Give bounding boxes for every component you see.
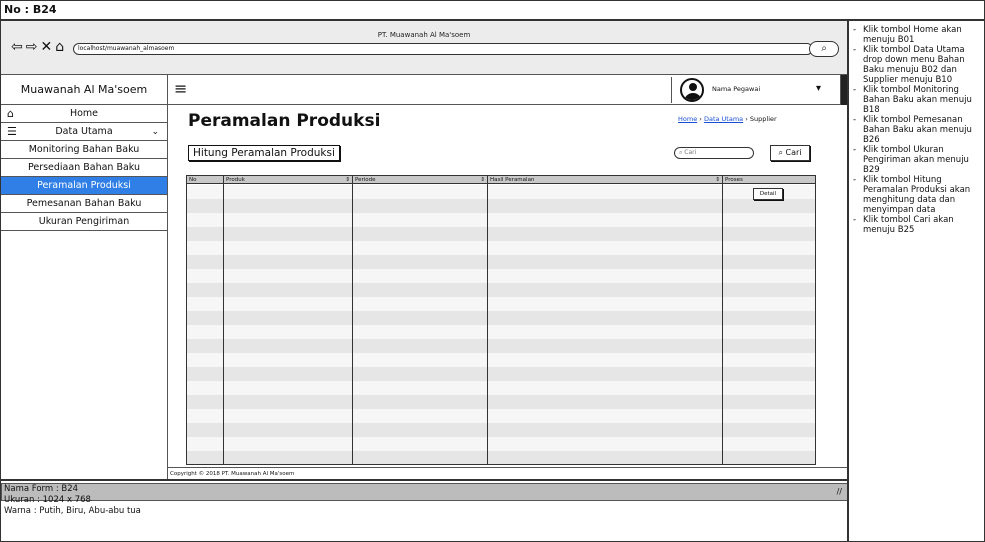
search-placeholder: Cari <box>684 149 697 156</box>
meta-form-name: Nama Form : B24 <box>4 484 79 494</box>
breadcrumb-current: Supplier <box>749 115 777 123</box>
browser-nav: ⇦ ⇨ ✕ ⌂ <box>11 39 64 55</box>
sidebar-item-peramalan[interactable]: Peramalan Produksi <box>1 177 167 195</box>
column-proses: Proses <box>723 176 815 464</box>
breadcrumb-home[interactable]: Home <box>678 115 697 123</box>
app-area: Muawanah Al Ma'soem ⌂ Home ☰ Data Utama … <box>1 75 847 479</box>
sidebar: Muawanah Al Ma'soem ⌂ Home ☰ Data Utama … <box>1 75 168 479</box>
sidebar-item-persediaan[interactable]: Persediaan Bahan Baku <box>1 159 167 177</box>
sidebar-brand: Muawanah Al Ma'soem <box>1 75 167 105</box>
column-no: No <box>187 176 224 464</box>
caret-down-icon: ▾ <box>816 83 822 94</box>
column-produk: Produk ⇕ <box>224 176 353 464</box>
close-icon[interactable]: ✕ <box>40 39 52 55</box>
note-item: - Klik tombol Monitoring Bahan Baku akan … <box>853 85 972 115</box>
search-input[interactable]: ⌕ Cari <box>674 147 754 159</box>
chevron-down-icon: ⌄ <box>151 127 159 137</box>
scrollbar[interactable] <box>840 75 847 105</box>
sidebar-item-label: Monitoring Bahan Baku <box>28 144 140 155</box>
search-button-label: Cari <box>785 148 802 157</box>
topbar: ≡ Nama Pegawai ▾ <box>168 75 847 105</box>
notes-panel: - Klik tombol Home akan menuju B01 - Klik … <box>848 20 985 542</box>
sidebar-item-monitoring[interactable]: Monitoring Bahan Baku <box>1 141 167 159</box>
sidebar-item-label: Pemesanan Bahan Baku <box>26 198 142 209</box>
hamburger-icon[interactable]: ≡ <box>174 79 187 98</box>
user-menu[interactable]: Nama Pegawai ▾ <box>671 77 834 103</box>
column-hasil: Hasil Peramalan ⇕ <box>488 176 723 464</box>
url-field[interactable]: localhost/muawanah_almasoem <box>73 43 813 55</box>
note-item: - Klik tombol Hitung Peramalan Produksi a… <box>853 175 971 215</box>
sidebar-item-home[interactable]: ⌂ Home <box>1 105 167 123</box>
search-icon: ⌕ <box>778 148 786 157</box>
browser-search-button[interactable]: ⌕ <box>809 41 839 57</box>
main-content: ≡ Nama Pegawai ▾ Peramalan Produksi Home… <box>168 75 847 479</box>
browser-title: PT. Muawanah Al Ma'soem <box>377 31 471 39</box>
home-icon: ⌂ <box>7 107 14 120</box>
column-header-proses[interactable]: Proses <box>725 176 743 184</box>
note-item: - Klik tombol Home akan menuju B01 <box>853 25 962 45</box>
database-icon: ☰ <box>7 125 17 138</box>
search-icon: ⌕ <box>821 43 827 54</box>
page-title: Peramalan Produksi <box>188 111 381 131</box>
form-id-strip: No : B24 <box>0 0 985 20</box>
hitung-peramalan-button[interactable]: Hitung Peramalan Produksi <box>188 145 340 161</box>
note-item: - Klik tombol Data Utama drop down menu B… <box>853 45 965 85</box>
form-meta: Nama Form : B24 Ukuran : 1024 x 768 Warn… <box>0 480 848 542</box>
column-header-periode[interactable]: Periode <box>355 176 376 184</box>
data-table: No Produk ⇕ Periode ⇕ Hasil Peramalan ⇕ … <box>186 175 816 465</box>
browser-window: PT. Muawanah Al Ma'soem ⇦ ⇨ ✕ ⌂ localhos… <box>0 20 849 501</box>
column-header-no[interactable]: No <box>189 176 196 184</box>
note-item: - Klik tombol Cari akan menuju B25 <box>853 215 954 235</box>
back-icon[interactable]: ⇦ <box>11 39 23 55</box>
sidebar-item-label: Persediaan Bahan Baku <box>27 162 141 173</box>
note-item: - Klik tombol Pemesanan Bahan Baku akan m… <box>853 115 972 145</box>
sidebar-item-label: Ukuran Pengiriman <box>38 216 130 227</box>
sidebar-item-label: Data Utama <box>55 126 113 137</box>
home-icon[interactable]: ⌂ <box>55 39 64 55</box>
search-button[interactable]: ⌕ Cari <box>770 145 810 161</box>
sort-icon[interactable]: ⇕ <box>715 176 720 184</box>
copyright-text: Copyright © 2018 PT. Muawanah Al Ma'soem <box>168 467 847 479</box>
column-periode: Periode ⇕ <box>353 176 488 464</box>
sidebar-item-pemesanan[interactable]: Pemesanan Bahan Baku <box>1 195 167 213</box>
sidebar-item-label: Peramalan Produksi <box>37 180 131 191</box>
sidebar-item-data-utama[interactable]: ☰ Data Utama ⌄ <box>1 123 167 141</box>
meta-colors: Warna : Putih, Biru, Abu-abu tua <box>4 506 141 516</box>
avatar <box>680 78 704 102</box>
sidebar-item-ukuran[interactable]: Ukuran Pengiriman <box>1 213 167 231</box>
column-header-hasil[interactable]: Hasil Peramalan <box>490 176 534 184</box>
breadcrumb: Home › Data Utama › Supplier <box>678 115 777 123</box>
meta-size: Ukuran : 1024 x 768 <box>4 495 91 505</box>
note-item: - Klik tombol Ukuran Pengiriman akan menu… <box>853 145 969 175</box>
detail-button[interactable]: Detail <box>753 188 783 200</box>
sort-icon[interactable]: ⇕ <box>480 176 485 184</box>
user-name: Nama Pegawai <box>712 85 761 93</box>
forward-icon[interactable]: ⇨ <box>26 39 38 55</box>
breadcrumb-data-utama[interactable]: Data Utama <box>704 115 743 123</box>
sort-icon[interactable]: ⇕ <box>345 176 350 184</box>
sidebar-item-label: Home <box>69 108 99 119</box>
column-header-produk[interactable]: Produk <box>226 176 245 184</box>
browser-toolbar: PT. Muawanah Al Ma'soem ⇦ ⇨ ✕ ⌂ localhos… <box>1 21 847 75</box>
form-number: No : B24 <box>4 3 57 16</box>
